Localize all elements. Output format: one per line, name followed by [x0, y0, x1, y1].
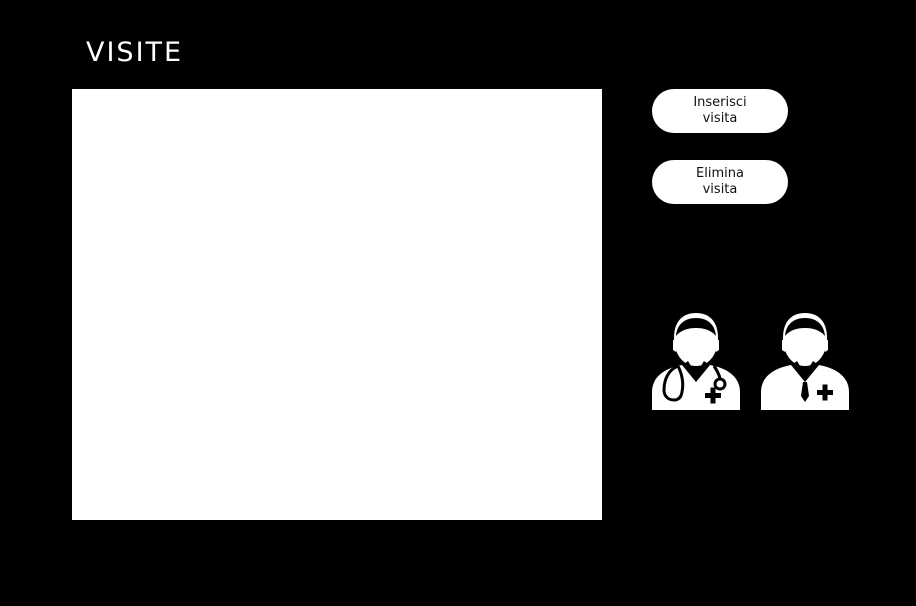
page-title: VISITE: [86, 37, 184, 68]
doctor-icon: [757, 310, 853, 412]
delete-visit-button[interactable]: Elimina visita: [652, 160, 788, 204]
insert-visit-button[interactable]: Inserisci visita: [652, 89, 788, 133]
insert-visit-label: Inserisci visita: [693, 95, 747, 126]
visits-list-panel[interactable]: [72, 89, 602, 520]
delete-visit-label: Elimina visita: [696, 166, 744, 197]
doctor-stethoscope-icon: [648, 310, 744, 412]
